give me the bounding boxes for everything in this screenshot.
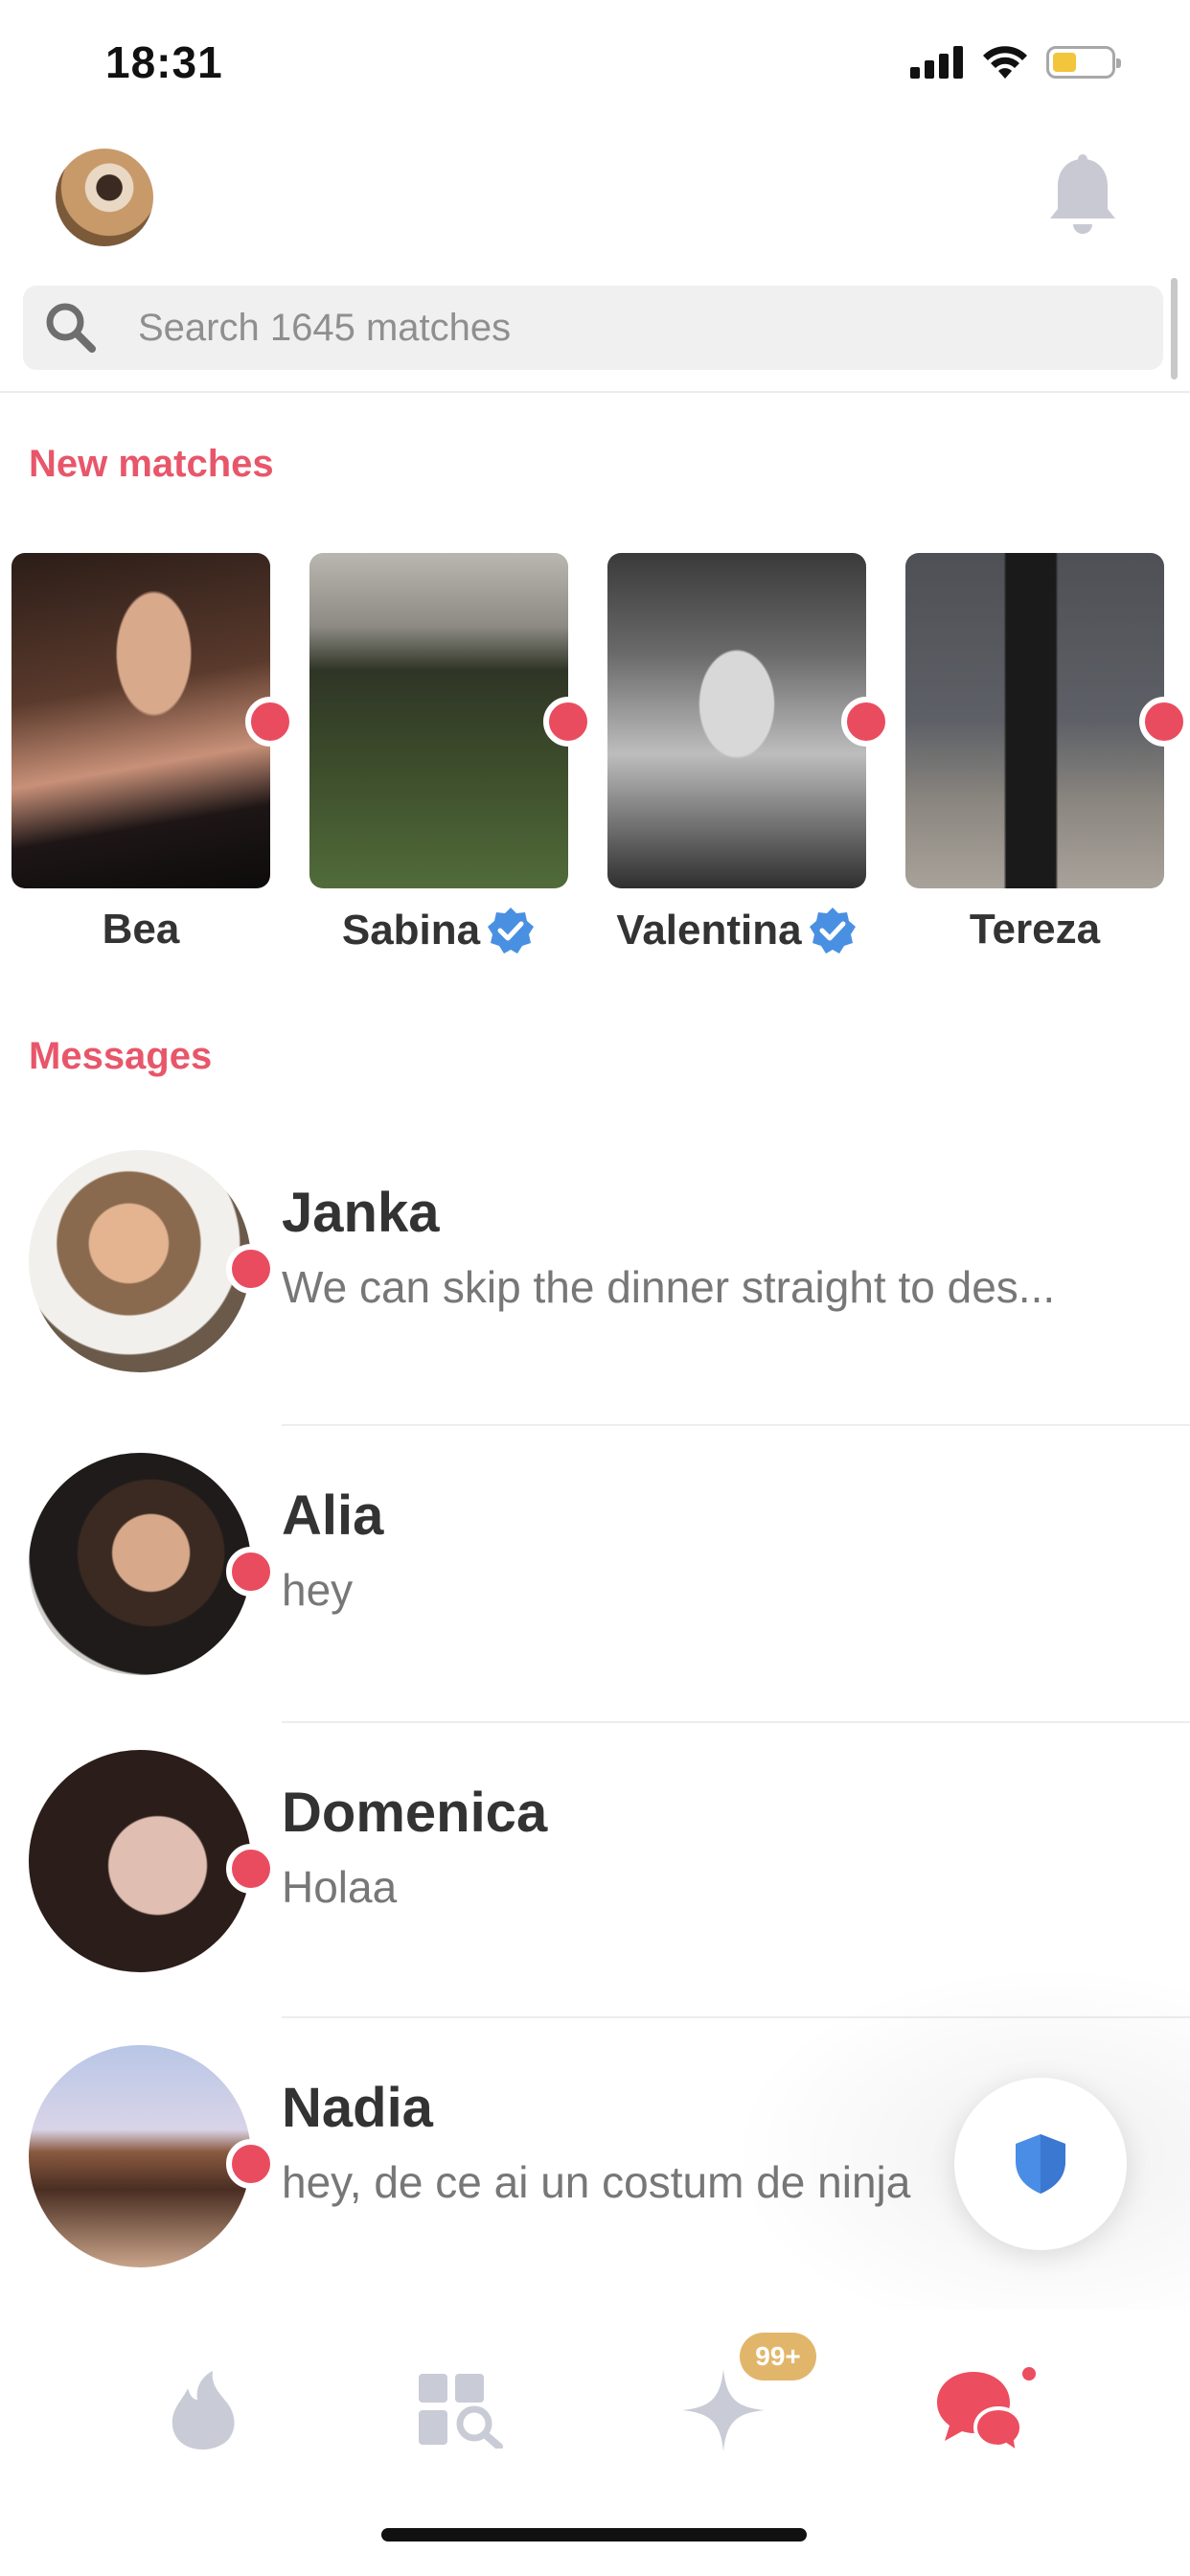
match-card-valentina[interactable]	[607, 553, 891, 888]
message-sender: Domenica	[282, 1782, 548, 1844]
tab-swipe[interactable]	[150, 2358, 256, 2463]
battery-icon	[1046, 46, 1121, 79]
match-photo	[607, 553, 866, 888]
verified-badge-icon	[488, 908, 535, 954]
profile-avatar[interactable]	[56, 149, 153, 246]
avatar	[29, 2045, 251, 2267]
explore-icon	[419, 2374, 503, 2449]
match-card-sabina[interactable]	[309, 553, 593, 888]
message-preview: We can skip the dinner straight to des..…	[282, 1262, 1056, 1312]
match-name-text: Sabina	[341, 907, 481, 954]
divider	[282, 1424, 1190, 1426]
home-indicator	[381, 2528, 807, 2542]
divider	[282, 1721, 1190, 1723]
avatar	[29, 1150, 251, 1372]
messages-title: Messages	[29, 1035, 213, 1077]
unread-dot	[226, 1844, 276, 1894]
message-row-alia[interactable]: Alia hey	[0, 1424, 1190, 1719]
match-name-text: Tereza	[969, 906, 1101, 953]
match-name-text: Valentina	[616, 907, 802, 954]
match-name-text: Bea	[102, 906, 180, 953]
match-name: Bea	[11, 906, 270, 954]
scrollbar[interactable]	[1171, 278, 1178, 380]
search-input[interactable]	[138, 286, 1096, 370]
tab-explore[interactable]	[410, 2358, 515, 2463]
bell-icon[interactable]	[1044, 153, 1121, 240]
message-preview: hey	[282, 1565, 354, 1615]
unread-dot	[1139, 697, 1189, 747]
chat-icon	[937, 2367, 1036, 2456]
unread-dot	[841, 697, 891, 747]
shield-icon	[1016, 2134, 1065, 2194]
match-photo	[11, 553, 270, 888]
match-name: Tereza	[905, 906, 1164, 954]
unread-dot	[226, 1244, 276, 1294]
match-card-bea[interactable]	[11, 553, 295, 888]
message-sender: Alia	[282, 1484, 384, 1547]
flame-icon	[172, 2371, 235, 2450]
unread-dot	[245, 697, 295, 747]
tab-messages[interactable]	[931, 2358, 1037, 2463]
likes-sparkle-icon	[682, 2369, 765, 2451]
search-icon	[46, 303, 96, 353]
safety-toolkit-button[interactable]	[954, 2078, 1127, 2250]
message-row-janka[interactable]: Janka We can skip the dinner straight to…	[0, 1121, 1190, 1416]
avatar	[29, 1750, 251, 1972]
status-time: 18:31	[105, 37, 223, 87]
match-name: Valentina	[607, 906, 866, 955]
status-icons	[910, 43, 1121, 81]
wifi-icon	[983, 46, 1027, 79]
match-photo	[905, 553, 1164, 888]
match-name: Sabina	[309, 906, 568, 955]
signal-icon	[910, 46, 963, 79]
likes-count-badge: 99+	[740, 2333, 816, 2380]
unread-dot	[543, 697, 593, 747]
message-sender: Janka	[282, 1182, 440, 1244]
divider	[0, 391, 1190, 393]
match-photo	[309, 553, 568, 888]
avatar	[29, 1453, 251, 1675]
new-matches-title: New matches	[29, 443, 274, 485]
message-sender: Nadia	[282, 2077, 433, 2139]
match-card-tereza[interactable]	[905, 553, 1189, 888]
message-preview: Holaa	[282, 1862, 398, 1912]
unread-dot	[226, 2139, 276, 2189]
unread-dot	[226, 1547, 276, 1597]
verified-badge-icon	[809, 908, 856, 954]
